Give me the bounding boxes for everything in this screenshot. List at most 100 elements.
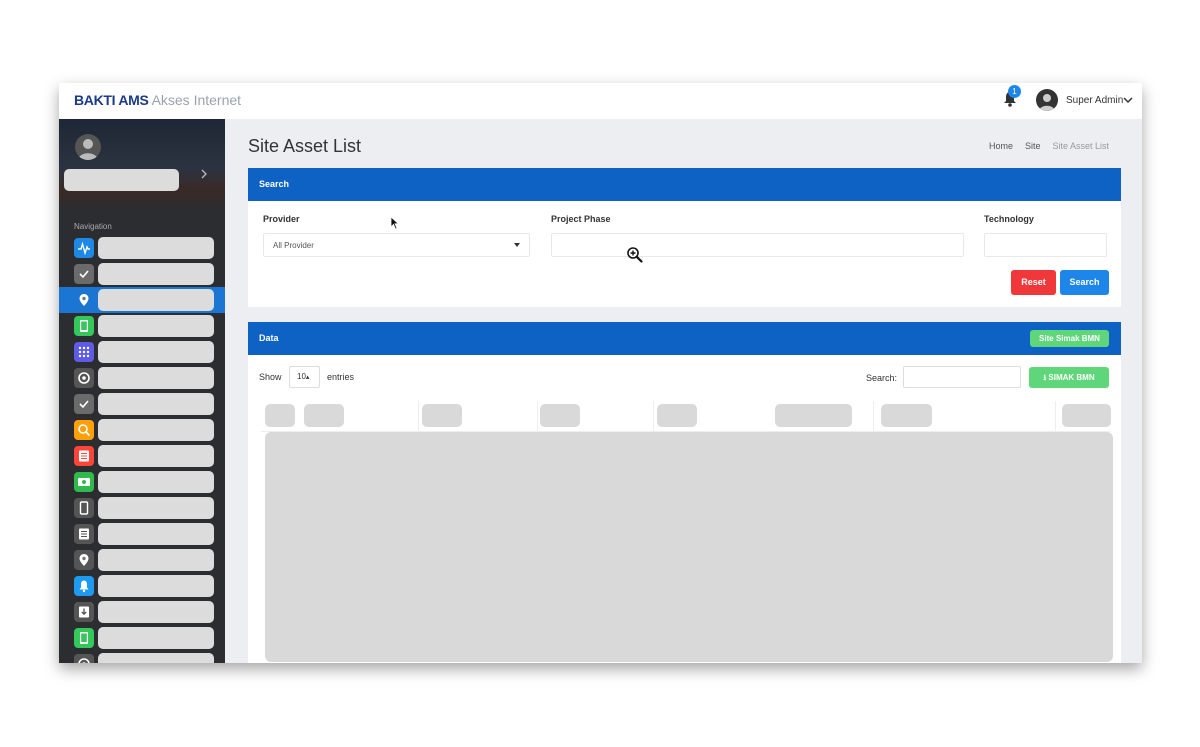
bell-icon (74, 576, 94, 596)
sidebar-item-label-redacted (98, 523, 214, 545)
breadcrumb-home[interactable]: Home (989, 141, 1013, 151)
provider-select[interactable]: All Provider (263, 233, 530, 257)
top-bar: BAKTI AMS Akses Internet 1 Super Admin (59, 83, 1142, 119)
sidebar-item-label-redacted (98, 419, 214, 441)
provider-label: Provider (263, 214, 300, 224)
sidebar-item-label-redacted (98, 601, 214, 623)
user-avatar[interactable] (1036, 89, 1058, 111)
sidebar-item-label-redacted (98, 549, 214, 571)
column-divider (537, 401, 538, 431)
settings-icon (74, 368, 94, 388)
apps-grid-icon (74, 342, 94, 362)
download-icon (74, 602, 94, 622)
notification-badge: 1 (1008, 85, 1021, 98)
sidebar-item[interactable] (59, 625, 225, 651)
sidebar-item[interactable] (59, 443, 225, 469)
sidebar-item-label-redacted (98, 445, 214, 467)
provider-select-value: All Provider (273, 241, 314, 250)
export-simak-bmn-button[interactable]: ⭳ SIMAK BMN (1029, 367, 1109, 388)
column-header-redacted[interactable] (304, 404, 344, 427)
sidebar-item-label-redacted (98, 367, 214, 389)
sidebar-item[interactable] (59, 495, 225, 521)
sidebar-item[interactable] (59, 365, 225, 391)
sidebar-item[interactable] (59, 391, 225, 417)
sidebar-item[interactable] (59, 417, 225, 443)
entries-length-value: 10 (297, 372, 306, 381)
zoom-in-cursor-icon (627, 247, 643, 263)
sidebar-avatar[interactable] (75, 134, 101, 160)
column-divider (653, 401, 654, 431)
breadcrumb: Home Site Site Asset List (989, 141, 1109, 151)
column-header-redacted[interactable] (775, 404, 852, 427)
data-panel-header: Data Site Simak BMN (248, 322, 1121, 355)
sidebar-item[interactable] (59, 521, 225, 547)
project-phase-label: Project Phase (551, 214, 611, 224)
spinner-icon: ▴ (305, 374, 310, 381)
export-simak-bmn-label: SIMAK BMN (1048, 373, 1095, 382)
phone-icon (74, 498, 94, 518)
project-phase-input[interactable] (551, 233, 964, 257)
user-name[interactable]: Super Admin (1066, 95, 1123, 106)
caret-down-icon (514, 243, 520, 247)
list-icon (74, 446, 94, 466)
settings-icon (74, 654, 94, 663)
search-panel-title: Search (259, 179, 290, 189)
app-window: BAKTI AMS Akses Internet 1 Super Admin Na… (59, 83, 1142, 663)
pulse-icon (74, 238, 94, 258)
money-icon (74, 472, 94, 492)
entries-length-select[interactable]: 10▴ (289, 366, 320, 388)
sidebar-item[interactable] (59, 235, 225, 261)
chevron-right-icon[interactable] (200, 169, 208, 179)
sidebar-item-label-redacted (98, 315, 214, 337)
column-header-redacted[interactable] (881, 404, 932, 427)
column-header-redacted[interactable] (540, 404, 580, 427)
sidebar-item-label-redacted (98, 653, 214, 663)
table-search-input[interactable] (903, 366, 1021, 388)
column-header-redacted[interactable] (657, 404, 697, 427)
sidebar-item[interactable] (59, 547, 225, 573)
search-button[interactable]: Search (1060, 270, 1109, 295)
search-panel: Search Provider All Provider Project Pha… (248, 168, 1121, 307)
sidebar-item[interactable] (59, 469, 225, 495)
reset-button[interactable]: Reset (1011, 270, 1056, 295)
mouse-cursor-icon (390, 216, 400, 230)
sidebar-item[interactable] (59, 573, 225, 599)
brand-name: BAKTI AMS (74, 92, 149, 108)
sidebar-item-label-redacted (98, 497, 214, 519)
sidebar-item-label-redacted (98, 627, 214, 649)
data-panel: Data Site Simak BMN Show 10▴ entries Sea… (248, 322, 1121, 663)
column-header-redacted[interactable] (1062, 404, 1111, 427)
sidebar-item[interactable] (59, 313, 225, 339)
data-panel-title: Data (259, 333, 279, 343)
table-body-redacted (265, 432, 1113, 662)
brand-subtitle: Akses Internet (151, 92, 242, 108)
breadcrumb-current: Site Asset List (1052, 141, 1110, 151)
table-header (261, 401, 1111, 432)
brand-logo[interactable]: BAKTI AMS Akses Internet (74, 92, 241, 108)
location-pin-icon (74, 550, 94, 570)
technology-label: Technology (984, 214, 1034, 224)
column-divider (1055, 401, 1056, 431)
check-icon (74, 264, 94, 284)
sidebar-item[interactable] (59, 651, 225, 663)
technology-input[interactable] (984, 233, 1107, 257)
column-divider (418, 401, 419, 431)
site-simak-bmn-button[interactable]: Site Simak BMN (1030, 330, 1109, 347)
sidebar-item-label-redacted (98, 471, 214, 493)
tablet-icon (74, 628, 94, 648)
sidebar-item[interactable] (59, 599, 225, 625)
sidebar-item[interactable] (59, 339, 225, 365)
breadcrumb-site[interactable]: Site (1025, 141, 1041, 151)
column-header-redacted[interactable] (422, 404, 462, 427)
column-divider (873, 401, 874, 431)
sidebar-item-label-redacted (98, 393, 214, 415)
column-header-redacted[interactable] (265, 404, 295, 427)
sidebar-item[interactable] (59, 287, 225, 313)
entries-label: entries (327, 372, 355, 382)
chevron-down-icon[interactable] (1123, 95, 1133, 105)
sidebar: Navigation (59, 119, 225, 663)
sidebar-item[interactable] (59, 261, 225, 287)
search-panel-header: Search (248, 168, 1121, 201)
sidebar-item-label-redacted (98, 237, 214, 259)
sidebar-item-label-redacted (98, 341, 214, 363)
